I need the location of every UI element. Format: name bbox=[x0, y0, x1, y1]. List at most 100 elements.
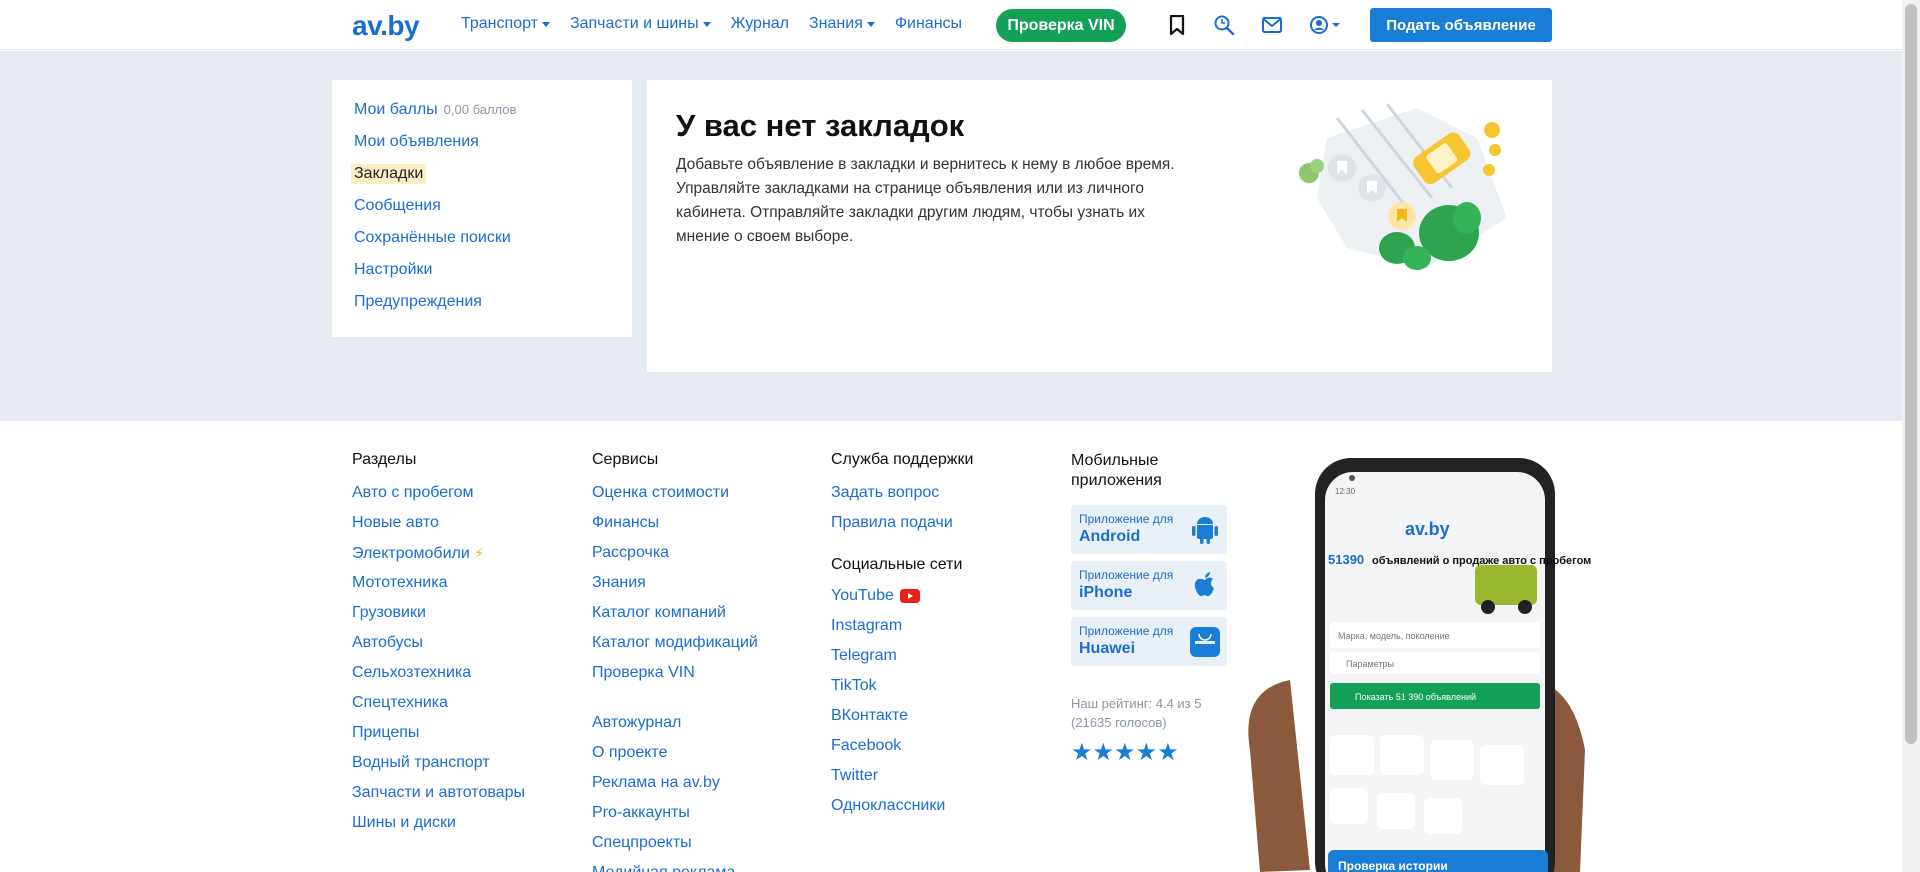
huawei-app-button[interactable]: Приложение для Huawei bbox=[1071, 617, 1227, 666]
footer-link[interactable]: Прицепы bbox=[352, 718, 525, 748]
bookmark-icon[interactable] bbox=[1166, 14, 1188, 36]
footer-heading: Сервисы bbox=[592, 451, 659, 468]
footer-link[interactable]: Pro-аккаунты bbox=[592, 798, 758, 828]
lightning-icon: ⚡ bbox=[474, 545, 485, 561]
footer-link[interactable]: Facebook bbox=[831, 731, 973, 761]
footer-link[interactable]: TikTok bbox=[831, 671, 973, 701]
footer-link[interactable]: ВКонтакте bbox=[831, 701, 973, 731]
footer-link[interactable]: Каталог модификаций bbox=[592, 628, 758, 658]
footer-link[interactable]: Спецпроекты bbox=[592, 828, 758, 858]
footer-link[interactable]: Telegram bbox=[831, 641, 973, 671]
footer-link[interactable]: Twitter bbox=[831, 761, 973, 791]
phone-logo: av.by bbox=[1405, 519, 1450, 539]
app-button-caption: Приложение для bbox=[1079, 624, 1174, 638]
empty-state-text: Добавьте объявление в закладки и верните… bbox=[676, 156, 1175, 245]
footer-link[interactable]: Рассрочка bbox=[592, 538, 758, 568]
apple-icon bbox=[1189, 570, 1221, 602]
sidebar-item-warnings[interactable]: Предупреждения bbox=[354, 293, 482, 311]
chevron-down-icon bbox=[541, 21, 550, 27]
footer-support: Служба поддержки Задать вопрос Правила п… bbox=[831, 451, 973, 821]
site-logo[interactable]: av.by bbox=[352, 10, 420, 42]
nav-label: Журнал bbox=[730, 15, 790, 32]
phone-mockup-image: 12:30 av.by 51390 объявлений о продаже а… bbox=[1248, 458, 1591, 872]
footer-heading: Мобильные приложения bbox=[1071, 452, 1162, 489]
nav-journal[interactable]: Журнал bbox=[731, 15, 789, 33]
footer-link[interactable]: Водный транспорт bbox=[352, 748, 525, 778]
search-history-icon[interactable] bbox=[1213, 14, 1235, 36]
footer-link-youtube[interactable]: YouTube bbox=[831, 581, 973, 611]
footer-services: Сервисы Оценка стоимости Финансы Рассроч… bbox=[592, 451, 758, 872]
phone-params: Параметры bbox=[1346, 659, 1394, 669]
footer-link[interactable]: Правила подачи bbox=[831, 508, 973, 538]
sidebar-item-points[interactable]: Мои баллы 0,00 баллов bbox=[354, 101, 516, 119]
footer-link[interactable]: Знания bbox=[592, 568, 758, 598]
footer-link-electric[interactable]: Электромобили ⚡ bbox=[352, 538, 525, 568]
footer-link[interactable]: Автожурнал bbox=[592, 708, 758, 738]
sidebar-item-label: Мои баллы bbox=[354, 101, 438, 118]
footer-link[interactable]: Реклама на av.by bbox=[592, 768, 758, 798]
app-rating-text: Наш рейтинг: 4.4 из 5 (21635 голосов) bbox=[1071, 696, 1202, 730]
sidebar-item-bookmarks[interactable]: Закладки bbox=[351, 164, 427, 184]
footer-heading: Социальные сети bbox=[831, 556, 963, 573]
footer-link[interactable]: Сельхозтехника bbox=[352, 658, 525, 688]
vin-check-button[interactable]: Проверка VIN bbox=[996, 9, 1126, 42]
footer-link[interactable]: Новые авто bbox=[352, 508, 525, 538]
chevron-down-icon bbox=[866, 21, 875, 27]
android-icon bbox=[1189, 514, 1221, 546]
phone-count: 51390 bbox=[1328, 552, 1364, 567]
footer-link[interactable]: Автобусы bbox=[352, 628, 525, 658]
footer-link[interactable]: Грузовики bbox=[352, 598, 525, 628]
footer-mobile: Мобильные приложения bbox=[1071, 451, 1231, 491]
footer-link[interactable]: О проекте bbox=[592, 738, 758, 768]
phone-banner: Проверка истории bbox=[1338, 859, 1448, 872]
sidebar-item-my-ads[interactable]: Мои объявления bbox=[354, 133, 479, 151]
footer-link[interactable]: Спецтехника bbox=[352, 688, 525, 718]
footer-link[interactable]: Финансы bbox=[592, 508, 758, 538]
account-sidebar: Мои баллы 0,00 баллов Мои объявления Закл… bbox=[332, 80, 632, 337]
main-nav: Транспорт Запчасти и шины Журнал Знания … bbox=[461, 15, 982, 33]
post-ad-button[interactable]: Подать объявление bbox=[1370, 8, 1552, 42]
footer-link[interactable]: Задать вопрос bbox=[831, 478, 973, 508]
footer-link[interactable]: Одноклассники bbox=[831, 791, 973, 821]
sidebar-item-messages[interactable]: Сообщения bbox=[354, 197, 441, 215]
user-menu-icon[interactable] bbox=[1309, 14, 1343, 36]
nav-label: Финансы bbox=[894, 15, 963, 32]
app-button-caption: Приложение для bbox=[1079, 568, 1174, 582]
site-header: av.by Транспорт Запчасти и шины Журнал З… bbox=[0, 0, 1902, 50]
youtube-icon bbox=[899, 589, 920, 603]
footer-link[interactable]: Шины и диски bbox=[352, 808, 525, 838]
empty-bookmarks-card: У вас нет закладок Добавьте объявление в… bbox=[647, 80, 1552, 372]
huawei-icon bbox=[1189, 626, 1221, 658]
nav-label: Запчасти и шины bbox=[569, 15, 699, 32]
scrollbar-thumb[interactable] bbox=[1905, 4, 1917, 744]
footer-link[interactable]: Запчасти и автотовары bbox=[352, 778, 525, 808]
app-button-caption: Приложение для bbox=[1079, 512, 1174, 526]
footer-link-label: YouTube bbox=[831, 587, 894, 604]
footer-link[interactable]: Медийная реклама bbox=[592, 858, 758, 872]
footer-heading: Разделы bbox=[352, 451, 417, 468]
phone-show-button: Показать 51 390 объявлений bbox=[1355, 692, 1476, 702]
footer-link[interactable]: Проверка VIN bbox=[592, 658, 758, 688]
chevron-down-icon bbox=[702, 21, 711, 27]
footer-link[interactable]: Авто с пробегом bbox=[352, 478, 525, 508]
sidebar-item-saved-searches[interactable]: Сохранённые поиски bbox=[354, 229, 511, 247]
nav-finance[interactable]: Финансы bbox=[895, 15, 962, 33]
empty-state-title: У вас нет закладок bbox=[676, 108, 965, 143]
nav-label: Знания bbox=[809, 15, 863, 32]
iphone-app-button[interactable]: Приложение для iPhone bbox=[1071, 561, 1227, 610]
app-button-name: Huawei bbox=[1079, 640, 1136, 657]
footer-link[interactable]: Оценка стоимости bbox=[592, 478, 758, 508]
nav-parts[interactable]: Запчасти и шины bbox=[570, 15, 711, 33]
mail-icon[interactable] bbox=[1261, 14, 1283, 36]
footer-link[interactable]: Мототехника bbox=[352, 568, 525, 598]
nav-transport[interactable]: Транспорт bbox=[461, 15, 550, 33]
android-app-button[interactable]: Приложение для Android bbox=[1071, 505, 1227, 554]
app-button-name: iPhone bbox=[1079, 584, 1133, 601]
footer-link[interactable]: Instagram bbox=[831, 611, 973, 641]
footer-link[interactable]: Каталог компаний bbox=[592, 598, 758, 628]
nav-knowledge[interactable]: Знания bbox=[809, 15, 875, 33]
points-value: 0,00 баллов bbox=[443, 102, 517, 117]
footer-sections: Разделы Авто с пробегом Новые авто Элект… bbox=[352, 451, 525, 838]
sidebar-item-settings[interactable]: Настройки bbox=[354, 261, 432, 279]
app-button-name: Android bbox=[1079, 528, 1141, 545]
